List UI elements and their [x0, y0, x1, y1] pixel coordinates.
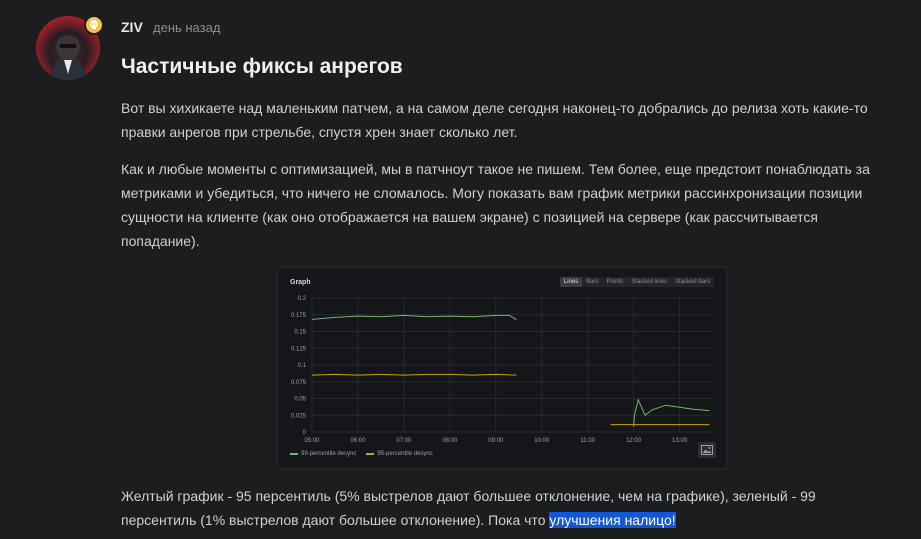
post-paragraph: Как и любые моменты с оптимизацией, мы в…: [121, 161, 870, 249]
legend-label: 95-percentile desync: [377, 451, 433, 457]
post-paragraph: Желтый график - 95 персентиль (5% выстре…: [121, 484, 881, 532]
x-tick-label: 12:00: [626, 438, 642, 444]
series-line: [311, 373, 517, 376]
series-line: [633, 398, 710, 427]
x-tick-label: 11:00: [580, 438, 595, 444]
line-chart: 0 0.025 0.05 0.075 0.1 0.125 0.15 0.175 0.2 05:00…: [291, 296, 714, 444]
x-tick-label: 09:00: [488, 438, 504, 444]
image-icon[interactable]: [698, 442, 716, 458]
highlighted-text: улучшения налицо!: [549, 512, 676, 528]
y-tick-label: 0.05: [294, 397, 306, 403]
paragraph-text: Желтый график - 95 персентиль (5% выстре…: [121, 488, 816, 528]
graph-panel: Graph Lines Bars Points Stacked lines St…: [277, 267, 727, 469]
author-name[interactable]: ZIV: [121, 19, 143, 35]
x-tick-label: 07:00: [396, 438, 412, 444]
legend-item[interactable]: 99-percentile desync: [290, 451, 356, 457]
y-tick-label: 0.025: [291, 413, 307, 419]
skull-badge-icon: [84, 15, 104, 35]
y-tick-label: 0.1: [298, 363, 307, 369]
y-tick-label: 0.2: [298, 296, 307, 302]
legend-label: 99-percentile desync: [301, 451, 357, 457]
y-tick-label: 0.15: [294, 330, 306, 336]
y-tick-label: 0.175: [291, 313, 307, 319]
chart-legend: 99-percentile desync 95-percentile desyn…: [290, 451, 433, 457]
y-tick-label: 0.075: [291, 380, 307, 386]
y-tick-label: 0: [303, 430, 307, 436]
legend-item[interactable]: 95-percentile desync: [366, 451, 433, 457]
series-line: [311, 314, 517, 321]
post-title: Частичные фиксы анрегов: [121, 55, 403, 78]
x-tick-label: 10:00: [534, 438, 550, 444]
x-tick-label: 05:00: [304, 438, 320, 444]
legend-swatch: [290, 453, 298, 455]
post-paragraph: Вот вы хихикаете над маленьким патчем, а…: [121, 100, 868, 140]
y-tick-label: 0.125: [291, 346, 307, 352]
x-tick-label: 08:00: [442, 438, 458, 444]
legend-swatch: [366, 453, 375, 455]
x-tick-label: 06:00: [350, 438, 366, 444]
x-tick-label: 13:00: [672, 438, 688, 444]
post-time: день назад: [153, 20, 221, 35]
